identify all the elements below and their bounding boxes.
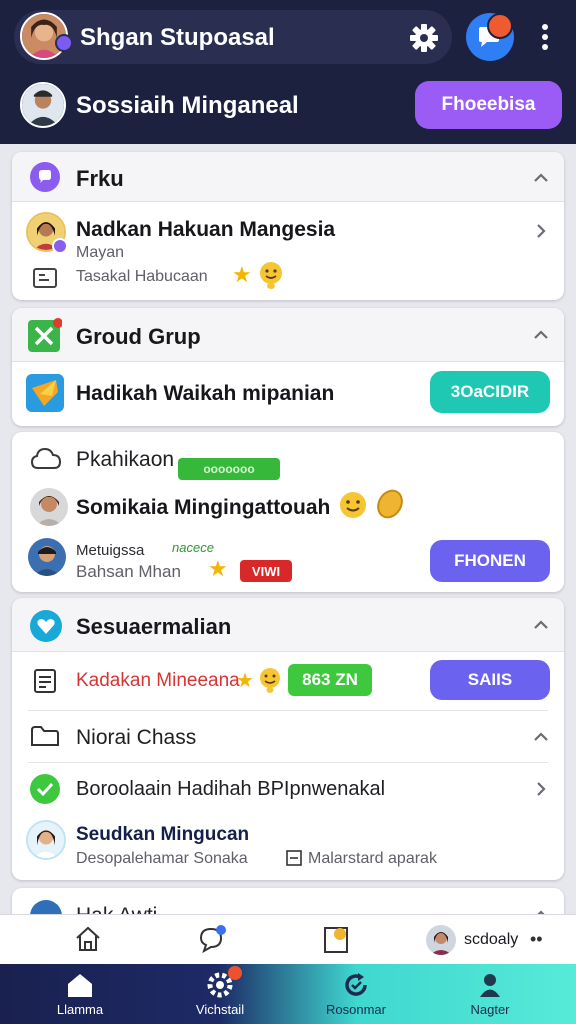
check-icon bbox=[30, 774, 60, 804]
person-avatar bbox=[28, 538, 66, 576]
bookmark-icon[interactable] bbox=[322, 924, 350, 954]
notification-item[interactable]: Kadakan Mineeana ★ 863 ZN SAIIS bbox=[12, 652, 564, 710]
cloud-icon bbox=[30, 447, 62, 469]
friends-card: Frku Nadkan Hakuan Mangesia Mayan Tasaka… bbox=[12, 152, 564, 300]
person-icon bbox=[480, 974, 500, 997]
user-avatar[interactable] bbox=[20, 82, 66, 128]
friend-detail: Tasakal Habucaan bbox=[76, 268, 208, 285]
action-button[interactable]: SAIIS bbox=[430, 660, 550, 700]
feed-card: Pkahikaon ooooooo Somikaia Mingingattoua… bbox=[12, 432, 564, 592]
chevron-right-icon[interactable] bbox=[532, 780, 550, 798]
chevron-up-icon[interactable] bbox=[532, 616, 550, 634]
star-icon: ★ bbox=[236, 670, 254, 692]
tab-settings[interactable]: Vichstail bbox=[148, 964, 292, 1024]
chevron-right-icon[interactable] bbox=[532, 222, 550, 240]
notification-name: Kadakan Mineeana bbox=[76, 670, 240, 691]
home-icon[interactable] bbox=[74, 925, 102, 953]
heart-icon bbox=[30, 610, 62, 642]
user-name: Sossiaih Minganeal bbox=[76, 92, 299, 119]
chevron-up-icon[interactable] bbox=[532, 728, 550, 746]
home-icon bbox=[68, 974, 92, 997]
tab-label: Vichstail bbox=[195, 1002, 245, 1017]
online-badge-icon bbox=[52, 238, 68, 254]
person-avatar bbox=[30, 488, 68, 526]
feed-header: Pkahikaon ooooooo bbox=[12, 432, 564, 486]
join-button[interactable]: 3OaCIDIR bbox=[430, 371, 550, 413]
friends-header[interactable]: Frku bbox=[12, 152, 564, 202]
friend-item[interactable]: Nadkan Hakuan Mangesia Mayan Tasakal Hab… bbox=[12, 202, 564, 300]
section-title: Groud Grup bbox=[76, 324, 201, 349]
group-icon bbox=[28, 318, 62, 352]
friend-subtitle: Mayan bbox=[76, 244, 125, 261]
tab-home[interactable]: Llamma bbox=[8, 964, 152, 1024]
app-title: Shgan Stupoasal bbox=[80, 24, 275, 51]
chat-icon[interactable] bbox=[196, 923, 228, 955]
coin-icon bbox=[377, 489, 403, 519]
link-row[interactable]: Boroolaain Hadihah BPIpnwenakal bbox=[12, 762, 564, 816]
notifications-header[interactable]: Sesuaermalian bbox=[12, 598, 564, 652]
feed-person[interactable]: Somikaia Mingingattouah Metuigssa nacece… bbox=[12, 486, 564, 592]
message-icon bbox=[33, 268, 57, 288]
chat-bubble-icon bbox=[30, 162, 60, 192]
notification-person[interactable]: Seudkan Mingucan Desopalehamar Sonaka Ma… bbox=[12, 816, 564, 880]
person-line1: Desopalehamar Sonaka bbox=[76, 850, 248, 867]
subheading: Niorai Chass bbox=[76, 726, 197, 749]
section-title: Pkahikaon bbox=[76, 448, 175, 471]
profile-avatar[interactable] bbox=[426, 925, 456, 955]
smile-emoji-icon bbox=[340, 492, 366, 518]
tab-label: Llamma bbox=[56, 1002, 104, 1017]
person-line2: Bahsan Mhan bbox=[76, 562, 181, 581]
bottom-tab-bar: Llamma Vichstail Rosonmar Nagter bbox=[0, 964, 576, 1024]
app-logo-icon bbox=[26, 374, 64, 412]
group-name: Hadikah Waikah mipanian bbox=[76, 382, 335, 405]
tab-label: Rosonmar bbox=[326, 1002, 386, 1017]
person-line1-tag: nacece bbox=[172, 540, 214, 555]
gear-icon[interactable] bbox=[408, 22, 440, 54]
refresh-icon bbox=[345, 973, 367, 996]
chevron-up-icon[interactable] bbox=[532, 169, 550, 187]
star-icon: ★ bbox=[208, 556, 228, 581]
person-name: Somikaia Mingingattouah bbox=[76, 496, 331, 519]
group-header[interactable]: Groud Grup bbox=[12, 308, 564, 362]
checkbox-icon[interactable] bbox=[286, 850, 302, 866]
group-card: Groud Grup Hadikah Waikah mipanian 3OaCI… bbox=[12, 308, 564, 426]
person-line1: Metuigssa bbox=[76, 542, 145, 559]
star-icon: ★ bbox=[232, 262, 252, 287]
chevron-up-icon[interactable] bbox=[532, 326, 550, 344]
tab-refresh[interactable]: Rosonmar bbox=[284, 964, 428, 1024]
person-avatar bbox=[26, 820, 66, 860]
document-icon bbox=[34, 669, 56, 693]
more-icon[interactable]: •• bbox=[530, 929, 543, 950]
friend-name: Nadkan Hakuan Mangesia bbox=[76, 218, 336, 241]
status-tag: ooooooo bbox=[178, 458, 280, 480]
subheading-row[interactable]: Niorai Chass bbox=[12, 710, 564, 762]
status-badge: VIWI bbox=[240, 560, 292, 582]
primary-action-button[interactable]: Fhoeebisa bbox=[415, 81, 562, 129]
emoji-icon bbox=[260, 262, 282, 289]
section-title: Frku bbox=[76, 166, 124, 191]
count-badge: 863 ZN bbox=[288, 664, 372, 696]
notification-dot bbox=[487, 13, 513, 39]
profile-name: scdoaly bbox=[464, 931, 519, 948]
section-title: Sesuaermalian bbox=[76, 614, 232, 639]
verified-badge-icon bbox=[55, 34, 73, 52]
more-icon[interactable] bbox=[537, 22, 553, 54]
person-name: Seudkan Mingucan bbox=[76, 824, 250, 845]
notification-badge bbox=[228, 966, 242, 980]
folder-icon bbox=[31, 726, 59, 746]
follow-button[interactable]: FHONEN bbox=[430, 540, 550, 582]
app-header: Shgan Stupoasal Sossiaih Minganeal Fhoee… bbox=[0, 0, 576, 144]
emoji-icon bbox=[260, 668, 280, 693]
tab-profile[interactable]: Nagter bbox=[418, 964, 562, 1024]
notifications-card: Sesuaermalian Kadakan Mineeana ★ 863 ZN … bbox=[12, 598, 564, 880]
bottom-toolbar: scdoaly •• bbox=[0, 914, 576, 964]
link-text: Boroolaain Hadihah BPIpnwenakal bbox=[76, 778, 386, 800]
main-content: Frku Nadkan Hakuan Mangesia Mayan Tasaka… bbox=[0, 144, 576, 964]
tab-label: Nagter bbox=[470, 1002, 510, 1017]
person-line2: Malarstard aparak bbox=[308, 850, 437, 867]
group-item[interactable]: Hadikah Waikah mipanian 3OaCIDIR bbox=[12, 362, 564, 426]
